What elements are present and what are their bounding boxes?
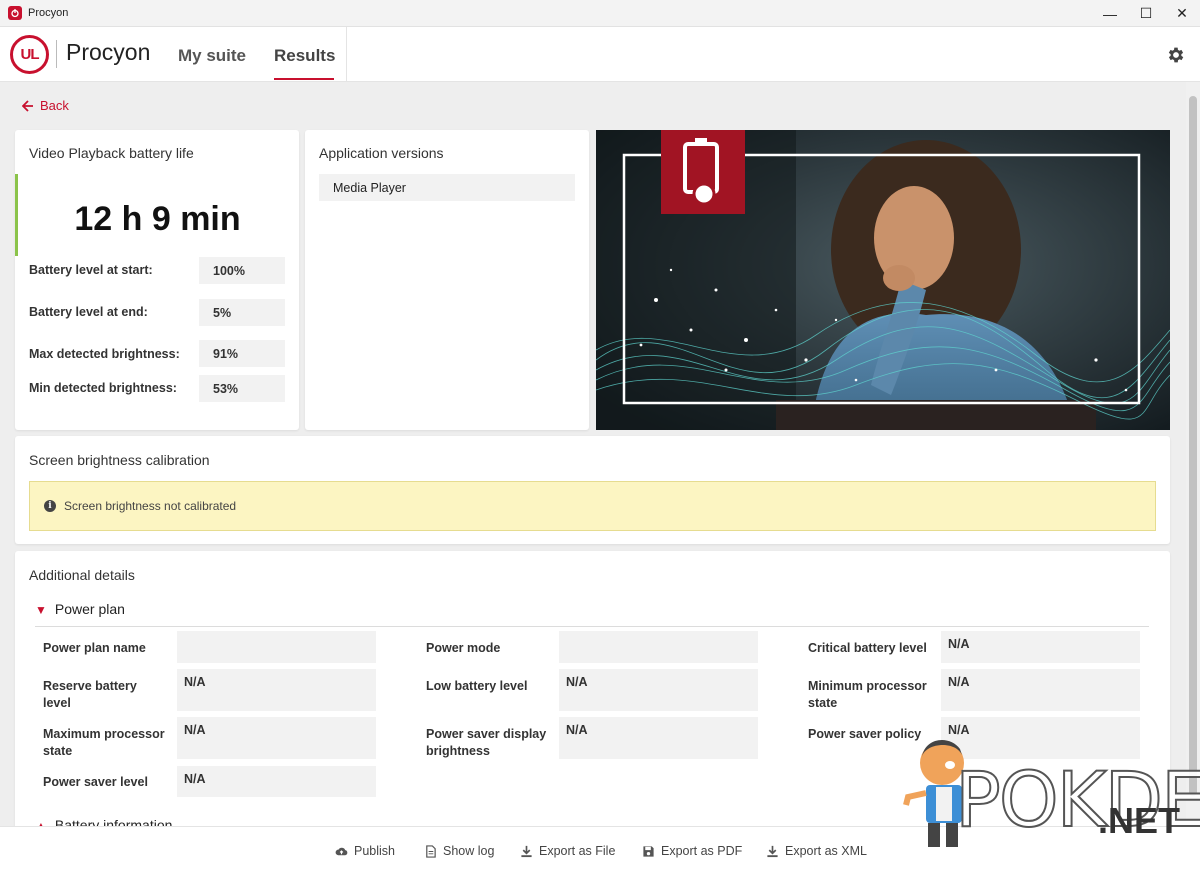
detail-label: Maximum processor state xyxy=(43,727,165,758)
battery-start-label: Battery level at start: xyxy=(29,263,153,277)
calibration-warning: i Screen brightness not calibrated xyxy=(29,481,1156,531)
power-plan-section-header[interactable]: ▼ Power plan xyxy=(35,601,1149,627)
window-title: Procyon xyxy=(28,7,69,19)
export-pdf-button[interactable]: Export as PDF xyxy=(642,844,742,858)
max-brightness-value: 91% xyxy=(199,340,285,367)
detail-value: N/A xyxy=(559,669,758,711)
calibration-message: Screen brightness not calibrated xyxy=(64,499,237,513)
app-version-item: Media Player xyxy=(319,174,575,201)
document-icon xyxy=(426,844,436,858)
app-versions-card: Application versions Media Player xyxy=(305,130,589,430)
export-file-button[interactable]: Export as File xyxy=(520,844,615,858)
detail-label: Power plan name xyxy=(43,641,146,655)
detail-label: Power mode xyxy=(426,641,501,655)
brand-name: Procyon xyxy=(66,39,151,65)
battery-start-value: 100% xyxy=(199,257,285,284)
battery-card-title: Video Playback battery life xyxy=(29,145,194,161)
app-icon xyxy=(8,6,22,20)
save-icon xyxy=(643,845,654,857)
detail-value: N/A xyxy=(177,766,376,797)
detail-label: Minimum processor state xyxy=(808,679,927,710)
additional-details-title: Additional details xyxy=(29,567,135,583)
detail-value: N/A xyxy=(941,631,1140,663)
min-brightness-label: Min detected brightness: xyxy=(29,381,177,395)
detail-value xyxy=(177,631,376,663)
back-link[interactable]: Back xyxy=(22,98,69,113)
detail-label: Reserve battery level xyxy=(43,679,137,710)
close-button[interactable]: ✕ xyxy=(1164,0,1200,27)
max-brightness-label: Max detected brightness: xyxy=(29,347,180,361)
benchmark-hero-image xyxy=(596,130,1170,430)
detail-label: Critical battery level xyxy=(808,641,927,655)
export-xml-button[interactable]: Export as XML xyxy=(766,844,867,858)
download-icon xyxy=(521,845,532,857)
logo-divider xyxy=(56,40,57,68)
cloud-upload-icon xyxy=(335,847,348,855)
calibration-title: Screen brightness calibration xyxy=(29,452,210,468)
show-log-button[interactable]: Show log xyxy=(424,844,494,858)
detail-value: N/A xyxy=(177,717,376,759)
download-icon xyxy=(767,845,778,857)
tab-my-suite[interactable]: My suite xyxy=(178,46,246,66)
detail-value: N/A xyxy=(559,717,758,759)
battery-end-value: 5% xyxy=(199,299,285,326)
detail-value: N/A xyxy=(941,669,1140,711)
calibration-card: Screen brightness calibration i Screen b… xyxy=(15,436,1170,544)
app-versions-title: Application versions xyxy=(319,145,444,161)
battery-life-result: 12 h 9 min xyxy=(74,200,241,238)
active-tab-indicator xyxy=(274,78,334,80)
maximize-button[interactable]: ☐ xyxy=(1128,0,1164,27)
tab-results[interactable]: Results xyxy=(274,46,335,66)
info-icon: i xyxy=(44,500,56,512)
watermark-suffix: .NET xyxy=(1098,800,1181,841)
scrollbar-thumb[interactable] xyxy=(1189,96,1197,796)
ul-logo: UL xyxy=(10,35,49,74)
detail-value xyxy=(559,631,758,663)
minimize-button[interactable]: — xyxy=(1092,0,1128,27)
battery-life-card: Video Playback battery life 12 h 9 min B… xyxy=(15,130,299,430)
gear-icon[interactable] xyxy=(1166,45,1186,65)
battery-end-label: Battery level at end: xyxy=(29,305,148,319)
arrow-left-icon xyxy=(22,99,33,112)
app-header: UL Procyon My suite Results xyxy=(0,27,1200,82)
detail-label: Low battery level xyxy=(426,679,528,693)
min-brightness-value: 53% xyxy=(199,375,285,402)
chevron-down-icon: ▼ xyxy=(35,603,47,617)
publish-button[interactable]: Publish xyxy=(335,844,395,858)
power-plan-heading: Power plan xyxy=(54,601,125,617)
nav-separator xyxy=(346,27,347,82)
back-label: Back xyxy=(40,98,69,113)
detail-value: N/A xyxy=(177,669,376,711)
window-titlebar: Procyon — ☐ ✕ xyxy=(0,0,1200,27)
detail-label: Power saver display brightness xyxy=(426,727,547,758)
detail-label: Power saver level xyxy=(43,775,148,789)
